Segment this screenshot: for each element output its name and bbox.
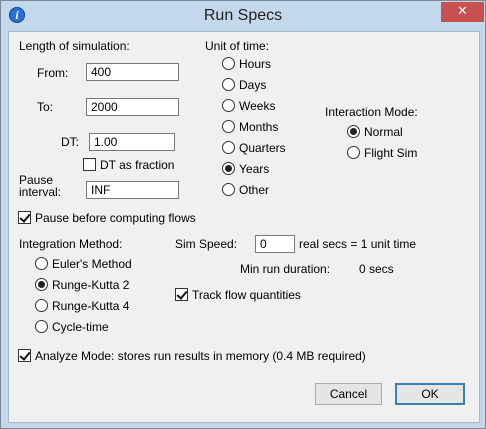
sim-speed-input[interactable] <box>255 235 295 253</box>
close-icon: ✕ <box>457 4 468 19</box>
run-specs-dialog: i Run Specs ✕ Length of simulation: From… <box>0 0 486 429</box>
time-unit-label-days: Days <box>239 78 267 92</box>
integration-radio-runge-kutta-2[interactable] <box>35 278 48 291</box>
integration-radio-euler-s-method[interactable] <box>35 257 48 270</box>
to-label: To: <box>37 100 54 114</box>
time-unit-radio-hours[interactable] <box>222 57 235 70</box>
integration-label-cycle-time: Cycle-time <box>52 320 109 334</box>
min-run-duration-value: 0 secs <box>359 262 394 276</box>
time-unit-radio-quarters[interactable] <box>222 141 235 154</box>
time-unit-label-quarters: Quarters <box>239 141 286 155</box>
dt-as-fraction-checkbox[interactable] <box>83 158 96 171</box>
time-unit-label-months: Months <box>239 120 279 134</box>
min-run-duration-label: Min run duration: <box>240 262 331 276</box>
close-button[interactable]: ✕ <box>441 2 484 22</box>
analyze-mode-checkbox[interactable] <box>18 349 31 362</box>
analyze-mode-label: Analyze Mode: stores run results in memo… <box>35 349 366 363</box>
integration-label-euler-s-method: Euler's Method <box>52 257 132 271</box>
time-unit-radio-months[interactable] <box>222 120 235 133</box>
unit-of-time-heading: Unit of time: <box>205 39 270 53</box>
integration-radio-cycle-time[interactable] <box>35 320 48 333</box>
from-label: From: <box>37 66 69 80</box>
sim-speed-suffix: real secs = 1 unit time <box>299 237 417 251</box>
dialog-body: Length of simulation: From: To: DT: DT a… <box>8 31 480 423</box>
interaction-mode-heading: Interaction Mode: <box>325 105 418 119</box>
dt-as-fraction-label: DT as fraction <box>100 158 175 172</box>
to-input[interactable] <box>86 98 179 116</box>
time-unit-radio-years[interactable] <box>222 162 235 175</box>
title-bar[interactable]: i Run Specs ✕ <box>1 1 485 32</box>
pause-before-flows-checkbox[interactable] <box>18 211 31 224</box>
pause-interval-input[interactable] <box>86 181 179 199</box>
time-unit-radio-other[interactable] <box>222 183 235 196</box>
time-unit-radio-days[interactable] <box>222 78 235 91</box>
cancel-button[interactable]: Cancel <box>315 383 382 405</box>
time-unit-label-hours: Hours <box>239 57 272 71</box>
time-unit-label-other: Other <box>239 183 270 197</box>
track-flow-label: Track flow quantities <box>192 288 301 302</box>
length-of-simulation-heading: Length of simulation: <box>19 39 130 53</box>
sim-speed-label: Sim Speed: <box>175 237 238 251</box>
pause-before-flows-label: Pause before computing flows <box>35 211 196 225</box>
dt-label: DT: <box>61 135 79 149</box>
dt-input[interactable] <box>89 133 175 151</box>
dialog-title: Run Specs <box>203 7 283 24</box>
interval-label: interval: <box>19 185 62 199</box>
ok-button[interactable]: OK <box>395 383 465 405</box>
time-unit-radio-weeks[interactable] <box>222 99 235 112</box>
integration-label-runge-kutta-2: Runge-Kutta 2 <box>52 278 130 292</box>
interaction-mode-label-flight-sim: Flight Sim <box>364 146 418 160</box>
time-unit-label-weeks: Weeks <box>239 99 276 113</box>
time-unit-label-years: Years <box>239 162 270 176</box>
integration-method-heading: Integration Method: <box>19 237 123 251</box>
integration-label-runge-kutta-4: Runge-Kutta 4 <box>52 299 130 313</box>
from-input[interactable] <box>86 63 179 81</box>
interaction-mode-radio-flight-sim[interactable] <box>347 146 360 159</box>
track-flow-checkbox[interactable] <box>175 288 188 301</box>
integration-radio-runge-kutta-4[interactable] <box>35 299 48 312</box>
interaction-mode-radio-normal[interactable] <box>347 125 360 138</box>
interaction-mode-label-normal: Normal <box>364 125 403 139</box>
